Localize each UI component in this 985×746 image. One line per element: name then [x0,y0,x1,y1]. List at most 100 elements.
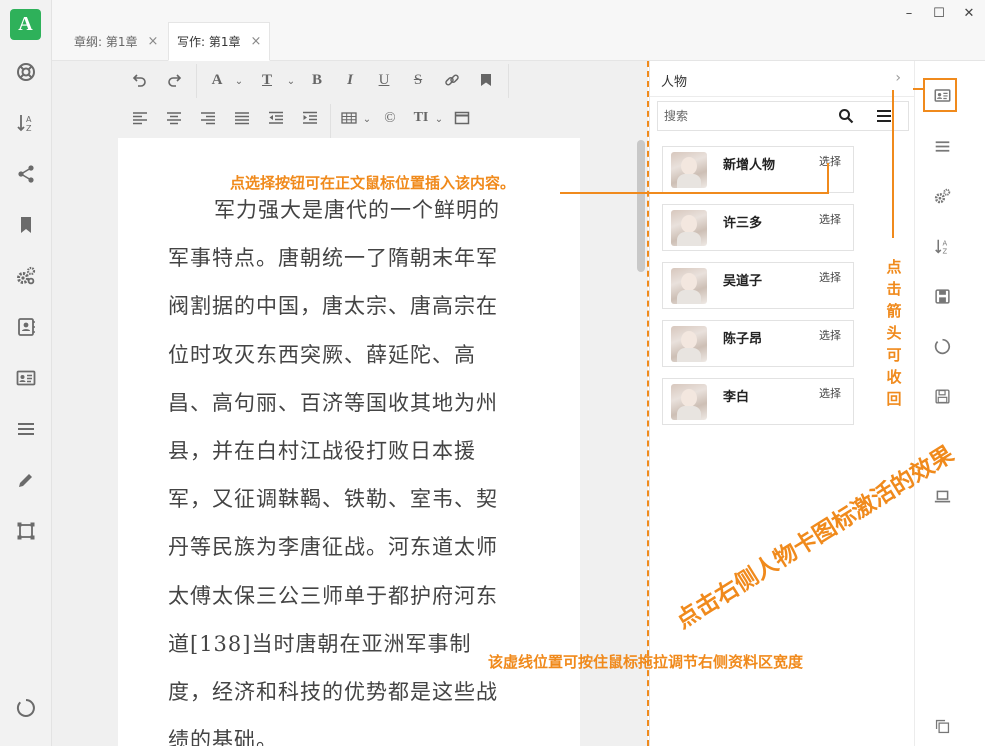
text-line: 绩的基础。 [168,728,278,746]
window-icon[interactable] [451,107,473,129]
avatar [671,152,707,188]
character-card: 许三多 选择 [662,204,854,251]
resize-handle-dashed-line[interactable] [647,61,649,746]
character-card: 陈子昂 选择 [662,320,854,367]
text-line: 道[138]当时唐朝在亚洲军事制 [168,631,472,656]
tab-label: 写作: 第1章 [177,35,241,49]
chevron-down-icon[interactable]: ⌄ [228,70,250,92]
bookmark-icon[interactable] [14,213,38,237]
pencil-icon[interactable] [14,468,38,492]
avatar [671,326,707,362]
right-icon-bar: AZ [914,61,985,746]
lifebuoy-icon[interactable] [14,60,38,84]
align-left-icon[interactable] [129,107,151,129]
copy-icon[interactable] [931,715,953,737]
sort-az-icon[interactable]: AZ [14,111,38,135]
format-toolbar: A ⌄ T ⌄ B I U S ⌄ © TI ⌄ [120,62,510,138]
svg-text:Z: Z [942,247,947,255]
avatar [671,268,707,304]
annotation-collapse-hint: 点击箭头可收回 [886,258,902,408]
floppy-icon[interactable] [931,385,953,407]
align-right-icon[interactable] [197,107,219,129]
text-size-icon[interactable]: T [256,69,278,91]
character-name: 新增人物 [723,158,776,173]
strikethrough-icon[interactable]: S [407,69,429,91]
menu-lines-icon[interactable] [14,417,38,441]
search-icon[interactable] [838,108,854,124]
gears-icon[interactable] [931,185,953,207]
avatar [671,384,707,420]
align-center-icon[interactable] [163,107,185,129]
chevron-down-icon[interactable]: ⌄ [280,70,302,92]
app-logo: A [10,9,41,40]
character-name: 吴道子 [723,274,763,289]
menu-lines-icon[interactable] [931,135,953,157]
font-color-icon[interactable]: A [206,69,228,91]
avatar [671,210,707,246]
maximize-button[interactable]: ☐ [931,6,947,21]
annotation-pointer-line [560,192,829,194]
select-button[interactable]: 选择 [819,211,841,227]
tab-writing[interactable]: 写作: 第1章 × [168,22,271,61]
text-line: 位时攻灭东西突厥、薛延陀、高 [168,342,476,367]
close-icon[interactable]: × [148,34,159,49]
close-icon[interactable]: × [251,34,262,49]
share-icon[interactable] [14,162,38,186]
tab-outline[interactable]: 章纲: 第1章 × [66,22,166,61]
list-menu-icon[interactable] [876,108,892,124]
text-line: 度，经济和科技的优势都是这些战 [168,680,498,705]
svg-text:A: A [942,239,947,247]
character-card: 李白 选择 [662,378,854,425]
outdent-icon[interactable] [265,107,287,129]
editor-scrollbar[interactable] [637,140,645,272]
copyright-icon[interactable]: © [379,107,401,129]
undo-icon[interactable] [129,69,151,91]
laptop-icon[interactable] [931,485,953,507]
document-text[interactable]: 军力强大是唐代的一个鲜明的 军事特点。唐朝统一了隋朝末年军 阀割据的中国，唐太宗… [168,186,538,746]
bold-icon[interactable]: B [306,69,328,91]
circle-icon[interactable] [14,696,38,720]
select-button[interactable]: 选择 [819,385,841,401]
annotation-insert-hint: 点选择按钮可在正文鼠标位置插入该内容。 [230,174,516,192]
character-card: 新增人物 选择 [662,146,854,193]
panel-title: 人物 [661,75,688,90]
align-justify-icon[interactable] [231,107,253,129]
chevron-down-icon[interactable]: ⌄ [356,108,378,130]
select-button[interactable]: 选择 [819,269,841,285]
frame-icon[interactable] [14,519,38,543]
underline-icon[interactable]: U [373,69,395,91]
chevron-down-icon[interactable]: ⌄ [428,108,450,130]
svg-text:A: A [26,115,32,124]
link-icon[interactable] [441,69,463,91]
save-disk-icon[interactable] [931,285,953,307]
text-line: 昌、高句丽、百济等国收其地为州 [168,390,498,415]
circle-icon[interactable] [931,335,953,357]
sort-az-icon[interactable]: AZ [931,235,953,257]
contact-book-icon[interactable] [14,315,38,339]
id-card-icon[interactable] [14,366,38,390]
gears-icon[interactable] [14,264,38,288]
bookmark-icon[interactable] [475,69,497,91]
window-controls: – ☐ ✕ [901,6,977,21]
italic-icon[interactable]: I [339,69,361,91]
character-name: 陈子昂 [723,332,763,347]
id-card-icon[interactable] [931,84,953,106]
redo-icon[interactable] [163,69,185,91]
select-button[interactable]: 选择 [819,327,841,343]
left-sidebar: A AZ [0,0,52,746]
minimize-button[interactable]: – [901,6,917,21]
svg-text:Z: Z [26,124,32,133]
character-card: 吴道子 选择 [662,262,854,309]
tab-bar: 章纲: 第1章 × 写作: 第1章 × – ☐ ✕ [52,0,985,61]
text-line: 丹等民族为李唐征战。河东道太师 [168,535,498,560]
search-input[interactable] [658,102,833,130]
character-name: 许三多 [723,216,763,231]
annotation-pointer-line [892,90,894,238]
toolbar-separator [508,64,509,98]
select-button[interactable]: 选择 [819,153,841,169]
close-window-button[interactable]: ✕ [961,6,977,21]
collapse-arrow-icon[interactable]: › [895,70,901,86]
text-line: 军，又征调靺鞨、铁勒、室韦、契 [168,487,498,512]
annotation-pointer-line [913,88,923,90]
indent-icon[interactable] [299,107,321,129]
